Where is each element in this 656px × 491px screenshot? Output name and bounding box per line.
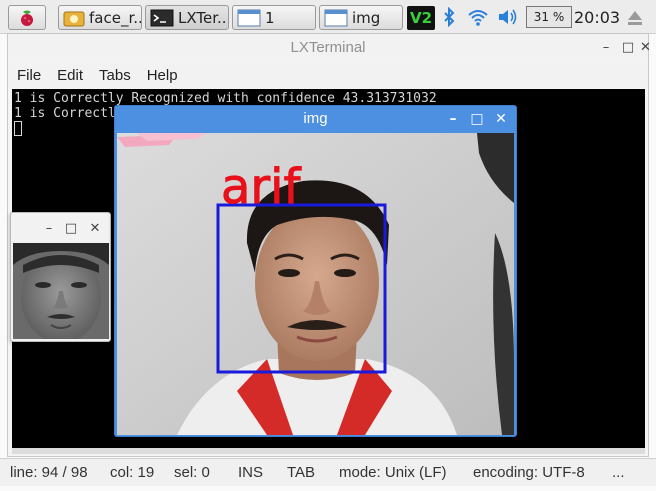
raspberry-icon	[21, 10, 33, 26]
terminal-icon	[150, 9, 174, 26]
volume-icon[interactable]	[496, 6, 520, 28]
minimize-button[interactable]: –	[598, 34, 614, 61]
menu-tabs[interactable]: Tabs	[99, 67, 131, 84]
status-tab: TAB	[287, 464, 316, 481]
menu-file[interactable]: File	[17, 67, 41, 84]
close-button[interactable]: ✕	[87, 215, 103, 242]
status-mode: mode: Unix (LF)	[339, 464, 447, 481]
clock[interactable]: 20:03	[573, 6, 621, 28]
taskbar-label: LXTer...	[178, 8, 229, 27]
vnc-icon[interactable]: V2	[407, 6, 435, 30]
text-cursor	[14, 121, 22, 136]
menu-button[interactable]	[8, 5, 46, 30]
clock-label: 20:03	[573, 7, 621, 27]
status-ins: INS	[238, 464, 264, 481]
menu-edit[interactable]: Edit	[57, 67, 83, 84]
window-icon	[324, 9, 348, 26]
taskbar-label: 1	[265, 8, 275, 27]
close-button[interactable]: ✕	[640, 34, 650, 61]
minimize-button[interactable]: –	[445, 106, 461, 132]
status-sel: sel: 0	[174, 464, 210, 481]
face-preview-window: – □ ✕	[10, 212, 111, 342]
status-bar: line: 94 / 98 col: 19 sel: 0 INS TAB mod…	[0, 458, 656, 486]
horizontal-scrollbar[interactable]	[12, 448, 645, 454]
close-button[interactable]: ✕	[493, 106, 509, 132]
vnc-label: V2	[409, 9, 433, 27]
file-manager-icon	[63, 11, 85, 26]
taskbar-label: img	[352, 8, 381, 27]
cpu-label: 31 %	[533, 10, 565, 24]
detected-name-label: arif	[221, 159, 301, 215]
taskbar-item-img[interactable]: img	[319, 5, 403, 30]
wifi-icon[interactable]	[466, 6, 490, 28]
status-col: col: 19	[110, 464, 155, 481]
face-crop-image	[13, 243, 109, 339]
maximize-button[interactable]: □	[469, 106, 485, 132]
status-encoding: encoding: UTF-8	[473, 464, 585, 481]
taskbar-item-file-manager[interactable]: face_r...	[58, 5, 142, 30]
status-line: line: 94 / 98	[10, 464, 88, 481]
maximize-button[interactable]: □	[63, 215, 79, 242]
window-title: LXTerminal	[8, 34, 648, 61]
bluetooth-icon[interactable]	[440, 6, 458, 28]
menu-help[interactable]: Help	[147, 67, 178, 84]
eject-icon[interactable]	[624, 6, 646, 28]
maximize-button[interactable]: □	[620, 34, 636, 61]
taskbar-item-terminal[interactable]: LXTer...	[145, 5, 229, 30]
terminal-line: 1 is Correctly Recognized with confidenc…	[14, 91, 437, 106]
menu-bar: File Edit Tabs Help	[8, 62, 648, 88]
taskbar-item-window-1[interactable]: 1	[232, 5, 316, 30]
cpu-monitor[interactable]: 31 %	[526, 6, 572, 28]
img-window: img – □ ✕ arif	[114, 105, 517, 437]
minimize-button[interactable]: –	[41, 215, 57, 242]
top-panel: face_r... LXTer... 1 img V2 31 % 20:03	[0, 0, 656, 34]
status-more: ...	[612, 464, 625, 481]
taskbar-label: face_r...	[89, 8, 142, 27]
window-icon	[237, 9, 261, 26]
camera-frame: arif	[117, 133, 514, 435]
